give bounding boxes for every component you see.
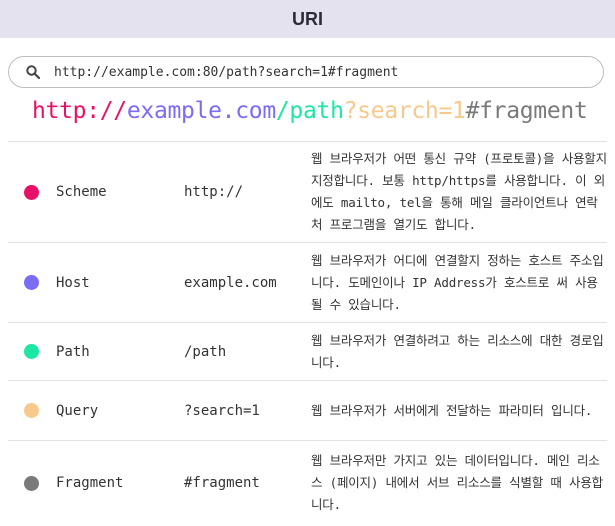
uri-part-path: /path [275, 98, 344, 124]
uri-breakdown-display: http://example.com/path?search=1#fragmen… [32, 98, 588, 124]
url-search-bar[interactable] [8, 56, 604, 88]
host-color-dot [23, 275, 39, 290]
component-value: /path [184, 343, 227, 360]
uri-part-scheme: http:// [32, 98, 127, 124]
uri-component-table: Scheme http:// 웹 브라우저가 어떤 통신 규약 (프로토콜)을 … [8, 141, 607, 525]
uri-part-query: ?search=1 [343, 98, 466, 124]
component-description: 웹 브라우저가 연결하려고 하는 리소스에 대한 경로입니다. [311, 332, 604, 370]
scheme-color-dot [23, 184, 39, 200]
component-name: Scheme [56, 184, 107, 200]
component-name: Path [56, 343, 90, 360]
component-value: ?search=1 [184, 402, 260, 419]
table-row-host: Host example.com 웹 브라우저가 어디에 연결할지 정하는 호스… [8, 243, 607, 323]
component-description: 웹 브라우저가 서버에게 전달하는 파라미터 입니다. [311, 402, 593, 418]
component-description: 웹 브라우저가 어떤 통신 규약 (프로토콜)을 사용할지 지정합니다. 보통 … [311, 151, 607, 232]
path-color-dot [23, 344, 39, 359]
component-description: 웹 브라우저가 어디에 연결할지 정하는 호스트 주소입니다. 도메인이나 IP… [311, 252, 604, 312]
table-row-query: Query ?search=1 웹 브라우저가 서버에게 전달하는 파라미터 입… [8, 381, 607, 441]
table-row-fragment: Fragment #fragment 웹 브라우저만 가지고 있는 데이터입니다… [8, 441, 607, 525]
app-title: URI [292, 8, 323, 29]
component-description: 웹 브라우저만 가지고 있는 데이터입니다. 메인 리소스 (페이지) 내에서 … [311, 453, 603, 512]
uri-part-host: example.com [126, 98, 276, 124]
component-name: Host [56, 274, 90, 291]
uri-part-fragment: #fragment [465, 98, 588, 124]
query-color-dot [23, 403, 39, 418]
component-value: #fragment [184, 475, 260, 491]
component-name: Query [56, 402, 99, 419]
table-row-path: Path /path 웹 브라우저가 연결하려고 하는 리소스에 대한 경로입니… [8, 323, 607, 381]
url-input[interactable] [54, 64, 574, 80]
app-title-bar: URI [0, 0, 615, 38]
component-name: Fragment [56, 475, 124, 491]
table-row-scheme: Scheme http:// 웹 브라우저가 어떤 통신 규약 (프로토콜)을 … [8, 142, 607, 243]
fragment-color-dot [23, 475, 39, 491]
search-icon [26, 65, 40, 79]
component-value: http:// [184, 184, 244, 200]
component-value: example.com [184, 274, 277, 291]
